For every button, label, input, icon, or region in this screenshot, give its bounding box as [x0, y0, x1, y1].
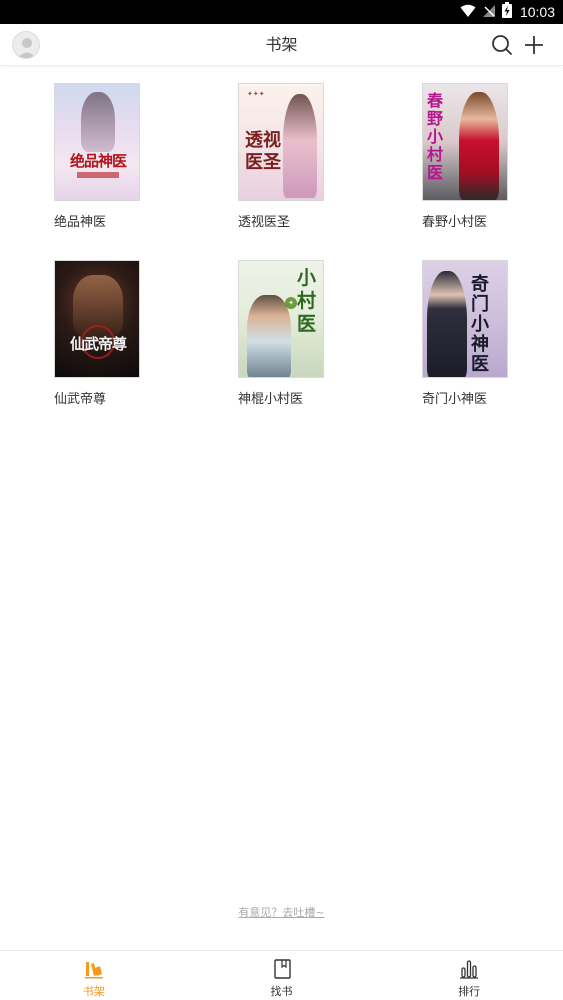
cover-title: 透视医圣	[245, 130, 281, 173]
book-item[interactable]: ✦ 小村医 神棍小村医	[238, 260, 358, 407]
cover-title: 奇门小神医	[471, 274, 489, 375]
cover-title: 小村医	[297, 267, 317, 335]
book-cover[interactable]: 绝品神医	[54, 83, 140, 201]
book-title: 奇门小神医	[422, 392, 488, 407]
cover-author-band	[77, 172, 119, 178]
bottom-nav: 书架 找书 排行	[0, 950, 563, 1000]
add-book-button[interactable]	[522, 33, 546, 57]
search-icon	[492, 35, 512, 55]
search-button[interactable]	[490, 33, 514, 57]
book-title: 透视医圣	[238, 215, 291, 230]
nav-label: 找书	[270, 985, 293, 998]
cover-figure	[247, 295, 291, 377]
book-item[interactable]: 仙武帝尊 仙武帝尊	[54, 260, 174, 407]
book-cover[interactable]: 奇门小神医	[422, 260, 508, 378]
book-item[interactable]: 绝品神医 绝品神医	[54, 83, 174, 230]
feedback-link[interactable]: 有意见？去吐槽~	[0, 904, 563, 920]
battery-charging-icon	[501, 2, 512, 22]
cover-title: 绝品神医	[69, 152, 127, 170]
cover-figure	[81, 92, 115, 152]
avatar[interactable]	[12, 31, 40, 59]
nav-label: 排行	[458, 985, 481, 998]
plus-icon	[525, 36, 543, 54]
nav-tab-ranking[interactable]: 排行	[375, 951, 563, 1000]
book-cover[interactable]: 仙武帝尊	[54, 260, 140, 378]
status-bar: 10:03	[0, 0, 563, 24]
page-title: 书架	[265, 35, 298, 54]
nav-tab-bookshelf[interactable]: 书架	[0, 951, 188, 1000]
ranking-icon	[458, 958, 480, 980]
book-title: 神棍小村医	[238, 392, 304, 407]
book-item[interactable]: 奇门小神医 奇门小神医	[422, 260, 542, 407]
book-cover[interactable]: ✦✦✦ 透视医圣	[238, 83, 324, 201]
cover-title: 春野小村医	[427, 91, 444, 182]
cover-figure	[283, 94, 317, 198]
book-title: 仙武帝尊	[54, 392, 107, 407]
nav-label: 书架	[82, 985, 105, 998]
app-header: 书架	[0, 24, 563, 66]
nav-tab-find-books[interactable]: 找书	[188, 951, 376, 1000]
status-icons: 10:03	[460, 0, 555, 24]
cover-author-mark: ✦✦✦	[247, 90, 265, 98]
cover-title: 仙武帝尊	[69, 335, 127, 353]
book-cover[interactable]: 春野小村医	[422, 83, 508, 201]
book-title: 绝品神医	[54, 215, 107, 230]
book-icon	[271, 958, 293, 980]
cover-figure	[427, 271, 467, 377]
wifi-icon	[460, 3, 476, 22]
book-item[interactable]: ✦✦✦ 透视医圣 透视医圣	[238, 83, 358, 230]
cover-figure	[459, 92, 499, 200]
book-cover[interactable]: ✦ 小村医	[238, 260, 324, 378]
no-signal-icon	[482, 3, 496, 22]
cover-badge: ✦	[285, 297, 297, 309]
status-time: 10:03	[519, 4, 555, 20]
book-item[interactable]: 春野小村医 春野小村医	[422, 83, 542, 230]
book-title: 春野小村医	[422, 215, 488, 230]
bookshelf-icon	[83, 958, 105, 980]
